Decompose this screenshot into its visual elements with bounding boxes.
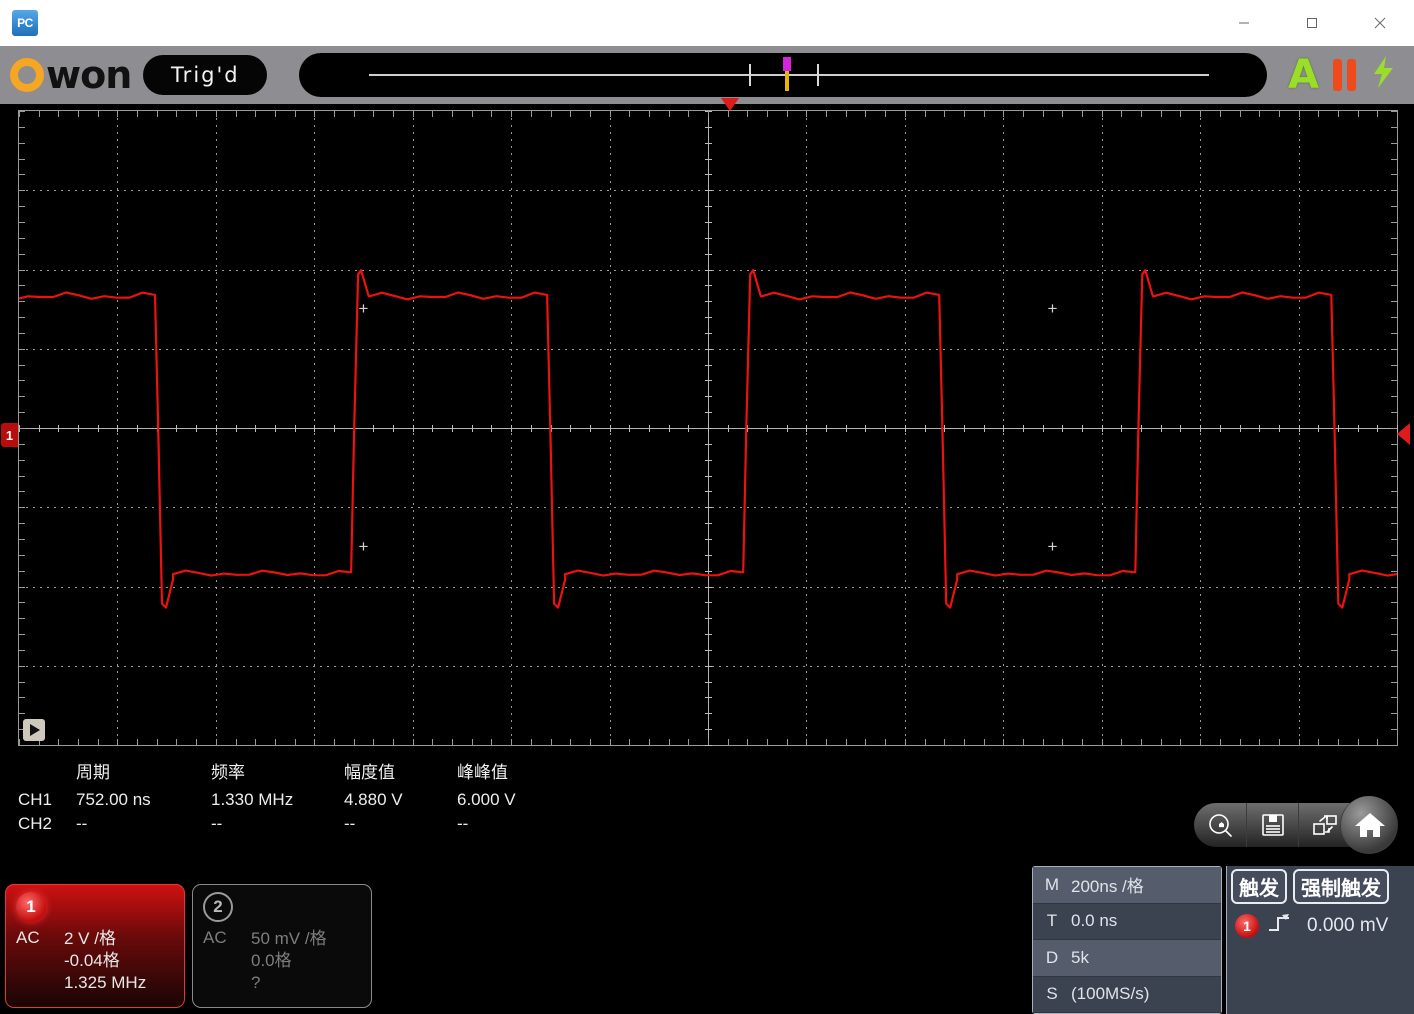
run-stop-icon[interactable] (23, 719, 45, 741)
toolbar-icons: A (1288, 55, 1396, 95)
trigger-status-badge: Trig'd (143, 55, 268, 95)
measurement-ch1-frequency: 1.330 MHz (211, 790, 294, 809)
measurement-header-frequency: 频率 (211, 763, 245, 782)
waveform-position-bar[interactable] (299, 53, 1268, 97)
measurement-header-peak-to-peak: 峰峰值 (457, 763, 508, 782)
graticule-edge-tick (1391, 745, 1397, 746)
window-titlebar: PC (0, 0, 1414, 46)
trigger-position-arrow-icon[interactable] (721, 98, 739, 111)
position-marker-icon[interactable] (783, 57, 792, 71)
measurement-ch2-period: -- (76, 814, 88, 833)
trigger-panel: 触发 强制触发 1 0.000 mV (1226, 866, 1414, 1014)
pause-icon[interactable] (1333, 59, 1356, 91)
measurement-table: 周期 频率 幅度值 峰峰值 CH1 752.00 ns 1.330 MHz 4.… (18, 758, 516, 836)
measurement-ch2-name: CH2 (18, 814, 53, 833)
timebase-key-s: S (1046, 984, 1058, 1004)
channel-2-coupling[interactable]: AC (203, 928, 251, 994)
table-row: CH2 -- -- -- -- (18, 812, 516, 836)
measurement-header-row: 周期 频率 幅度值 峰峰值 (18, 758, 516, 788)
maximize-icon[interactable] (1278, 0, 1346, 46)
timebase-row-s[interactable]: S (100MS/s) (1033, 976, 1221, 1013)
channel-2-offset[interactable]: 0.0格 (251, 950, 327, 972)
measurement-ch2-peak-to-peak: -- (457, 814, 469, 833)
channel-1-badge: 1 (16, 892, 46, 922)
table-row: CH1 752.00 ns 1.330 MHz 4.880 V 6.000 V (18, 788, 516, 812)
measurement-ch2-amplitude: -- (344, 814, 356, 833)
measurement-header-channel (18, 758, 76, 788)
timebase-value-s: (100MS/s) (1071, 984, 1150, 1004)
measurement-ch1-name: CH1 (18, 790, 53, 809)
scope-toolbar: won Trig'd A (0, 46, 1414, 104)
measurement-ch2-frequency: -- (211, 814, 223, 833)
trigger-source-badge[interactable]: 1 (1235, 913, 1259, 938)
measurement-ch1-period: 752.00 ns (76, 790, 151, 809)
timebase-key-d: D (1045, 947, 1059, 967)
position-baseline (369, 74, 1210, 76)
channel-2-card[interactable]: 2 AC 50 mV /格 0.0格 ? (192, 884, 372, 1008)
waveform-display[interactable]: + + + + 1 (1, 98, 1410, 746)
channel-1-coupling[interactable]: AC (16, 928, 64, 994)
measurement-ch1-peak-to-peak: 6.000 V (457, 790, 516, 809)
measurement-header-amplitude: 幅度值 (344, 763, 395, 782)
measurement-header-period: 周期 (76, 763, 110, 782)
minimize-icon[interactable] (1210, 0, 1278, 46)
timebase-panel[interactable]: M 200ns /格 T 0.0 ns D 5k S (100MS/s) (1032, 866, 1222, 1014)
measure-icon[interactable] (1194, 803, 1246, 847)
tool-strip (1194, 796, 1398, 854)
graticule-edge-tick (19, 745, 25, 746)
position-marker-stem-icon (785, 71, 790, 91)
home-icon[interactable] (1340, 796, 1398, 854)
logo-text: won (46, 53, 132, 97)
position-tick-right (817, 64, 820, 86)
bolt-icon[interactable] (1370, 55, 1396, 95)
timebase-key-t: T (1046, 911, 1058, 931)
graticule-edge-tick (1397, 111, 1398, 117)
position-tick-left (749, 64, 752, 86)
channel-1-scale[interactable]: 2 V /格 (64, 928, 146, 950)
app-icon: PC (12, 10, 38, 36)
channel-2-frequency: ? (251, 973, 261, 992)
trigger-level-value: 0.000 mV (1307, 914, 1389, 936)
timebase-row-d[interactable]: D 5k (1033, 940, 1221, 977)
force-trigger-button[interactable]: 强制触发 (1293, 869, 1389, 904)
close-icon[interactable] (1346, 0, 1414, 46)
channel-1-frequency: 1.325 MHz (64, 973, 147, 992)
oscilloscope-app: PC won Trig'd A + + + + 1 周期 频率 幅度值 峰峰值 … (0, 0, 1414, 1014)
timebase-key-m: M (1044, 874, 1060, 894)
timebase-row-m[interactable]: M 200ns /格 (1033, 867, 1221, 904)
ch1-ground-marker[interactable]: 1 (1, 423, 18, 447)
graticule-center-tick (705, 745, 712, 746)
timebase-value-t: 0.0 ns (1071, 911, 1118, 931)
channel-2-badge: 2 (203, 892, 233, 922)
window-controls (1210, 0, 1414, 46)
trigger-level-arrow-icon[interactable] (1397, 423, 1410, 445)
timebase-value-d: 5k (1071, 947, 1089, 967)
ch1-waveform-trace (19, 111, 1397, 745)
logo-ring-icon (10, 58, 44, 92)
save-icon[interactable] (1246, 803, 1298, 847)
owon-logo: won (10, 53, 132, 97)
timebase-row-t[interactable]: T 0.0 ns (1033, 903, 1221, 940)
channel-2-scale[interactable]: 50 mV /格 (251, 928, 327, 950)
rising-edge-icon[interactable] (1268, 912, 1298, 939)
auto-icon[interactable]: A (1288, 55, 1319, 95)
measurement-ch1-amplitude: 4.880 V (344, 790, 403, 809)
timebase-value-m: 200ns /格 (1071, 877, 1144, 897)
trigger-button[interactable]: 触发 (1231, 869, 1287, 904)
channel-1-offset[interactable]: -0.04格 (64, 950, 146, 972)
graticule-edge-tick (1397, 739, 1398, 745)
channel-1-card[interactable]: 1 AC 2 V /格 -0.04格 1.325 MHz (5, 884, 185, 1008)
